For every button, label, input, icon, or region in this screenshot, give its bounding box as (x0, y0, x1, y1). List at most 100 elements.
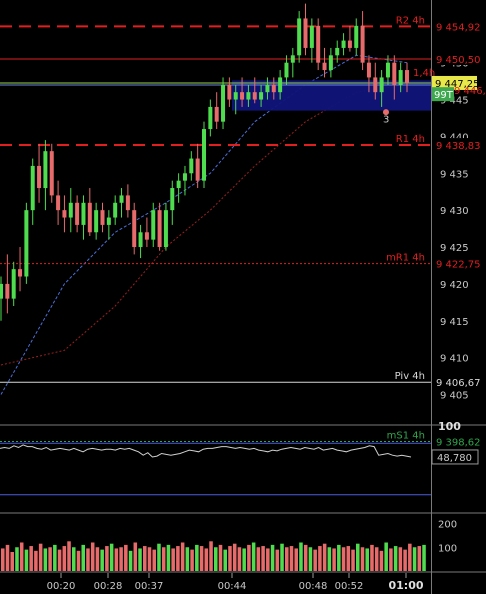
order-price-label: 9 446,00 (454, 86, 486, 97)
volume-bar (256, 547, 261, 571)
volume-bar (119, 547, 123, 571)
volume-bar (322, 543, 327, 571)
candle-body (195, 158, 200, 181)
volume-bar (152, 549, 156, 571)
volume-bar (157, 543, 161, 571)
volume-bar (318, 546, 322, 571)
volume-bar (109, 543, 114, 571)
volume-bar (223, 549, 227, 571)
candle-body (176, 180, 181, 189)
candle-body (11, 269, 16, 299)
time-tick-label: 00:44 (218, 581, 247, 592)
volume-bar (337, 544, 341, 571)
price-tick-label: 9 425 (440, 243, 469, 254)
volume-bar (43, 548, 48, 571)
candle-body (18, 269, 23, 277)
candle-body (233, 92, 238, 100)
volume-bar (308, 547, 313, 571)
volume-bar (417, 546, 422, 571)
volume-bar (285, 547, 289, 571)
volume-bar (1, 548, 5, 571)
volume-bar (15, 547, 19, 571)
volume-bar (124, 544, 128, 571)
volume-bar (360, 547, 365, 571)
candle-body (309, 25, 314, 48)
volume-bar (176, 546, 180, 571)
volume-bar (289, 546, 294, 571)
candle-body (157, 210, 162, 248)
price-tick-label: 9 435 (440, 169, 469, 180)
pivot-value-label: 9 406,67 (436, 378, 481, 389)
time-tick-label: 01:00 (388, 579, 423, 592)
volume-bar (171, 548, 175, 571)
candle-body (75, 202, 80, 225)
candle-body (392, 62, 397, 85)
volume-bar (214, 547, 218, 571)
volume-bar (199, 546, 204, 571)
volume-bar (29, 546, 33, 571)
candle-body (303, 18, 308, 48)
volume-bar (346, 546, 351, 571)
volume-bar (10, 552, 14, 571)
volume-bar (384, 542, 388, 571)
volume-bar (143, 546, 147, 571)
volume-tick-label: 100 (438, 543, 457, 554)
volume-bar (303, 544, 308, 571)
price-tick-label: 9 415 (440, 317, 469, 328)
candle-body (170, 188, 175, 211)
volume-bar (403, 549, 407, 571)
candle-body (335, 47, 340, 56)
candle-body (385, 62, 390, 78)
order-count-label: 3 (383, 114, 389, 125)
volume-bar (332, 548, 336, 571)
candle-body (0, 283, 3, 299)
candle-body (132, 210, 137, 248)
volume-bar (147, 547, 152, 571)
volume-bar (261, 546, 265, 571)
volume-bar (185, 547, 190, 571)
volume-bar (38, 543, 43, 571)
pivot-name-label: R2 4h (396, 15, 425, 26)
volume-bar (408, 543, 412, 571)
time-tick-label: 00:52 (335, 581, 364, 592)
chart-canvas[interactable]: R2 4h R1 4h mR1 4h Piv 4h mS1 4h 3 1,4h 9 405 9… (0, 0, 486, 594)
volume-bar (105, 546, 109, 571)
volume-bar (237, 547, 242, 571)
candle-body (43, 151, 48, 189)
candle-body (151, 210, 156, 240)
volume-bar (270, 544, 275, 571)
candle-body (24, 210, 29, 277)
volume-bar (166, 544, 171, 571)
candle-body (214, 106, 219, 122)
candle-body (278, 77, 283, 93)
price-panel: R2 4h R1 4h mR1 4h Piv 4h mS1 4h 3 1,4h (0, 0, 486, 594)
candle-body (202, 129, 206, 181)
order-marker (383, 109, 389, 116)
candle-body (284, 62, 289, 78)
volume-panel (1, 541, 426, 571)
pivot-value-label: 9 438,83 (436, 141, 481, 152)
pivot-name-label: mR1 4h (386, 253, 425, 264)
candle-body (125, 195, 130, 211)
candle-body (360, 25, 365, 63)
side-level-label: 1,4h (413, 68, 435, 79)
candle-body (94, 210, 99, 233)
pivot-value-label: 9 450,50 (436, 55, 481, 66)
time-axis: 00:20 00:28 00:37 00:44 00:48 00:52 01:00 (47, 573, 424, 592)
volume-bar (48, 547, 52, 571)
volume-bar (389, 548, 393, 571)
candle-body (405, 70, 409, 83)
candle-body (259, 92, 264, 100)
volume-bar (422, 544, 426, 571)
candle-body (138, 232, 143, 248)
candle-body (328, 55, 333, 71)
time-tick-label: 00:28 (94, 581, 123, 592)
volume-bar (76, 550, 81, 571)
volume-bar (218, 544, 223, 571)
volume-bar (204, 548, 209, 571)
volume-bar (327, 547, 332, 571)
volume-bar (242, 548, 246, 571)
candle-body (379, 77, 384, 93)
volume-bar (195, 544, 199, 571)
price-axis: 9 4059 4109 4159 4209 4259 4309 4359 440… (431, 19, 486, 554)
